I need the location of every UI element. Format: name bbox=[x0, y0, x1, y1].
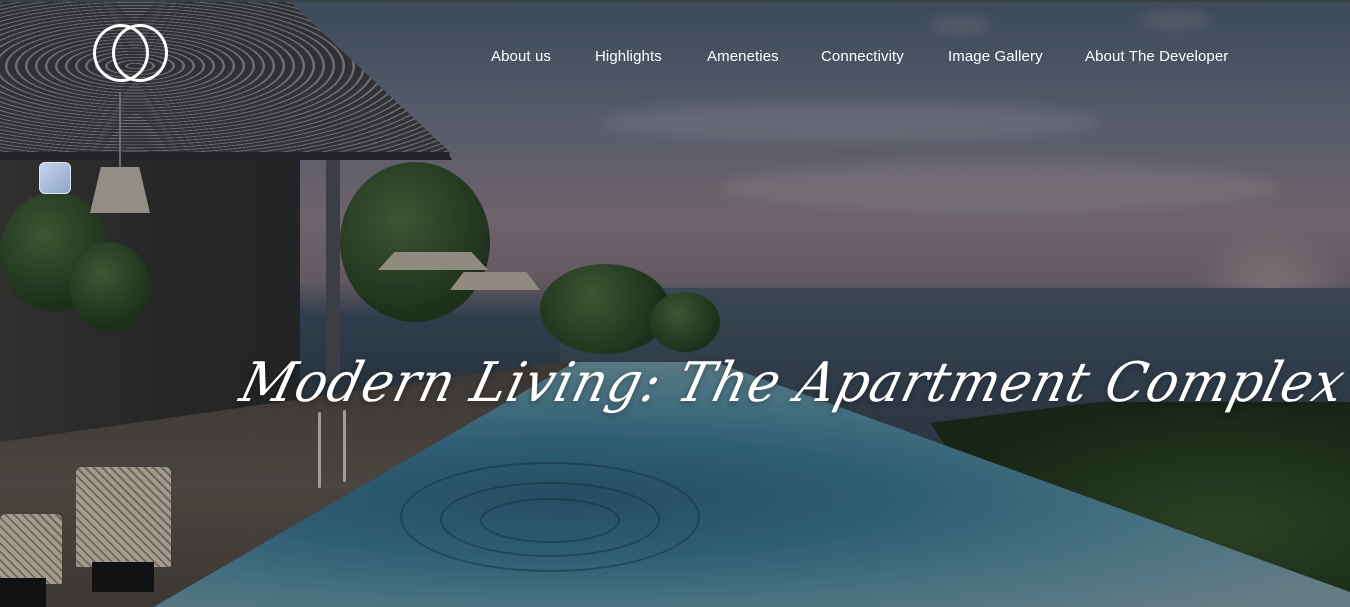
nav-highlights[interactable]: Highlights bbox=[595, 48, 662, 65]
logo-ring-right bbox=[112, 24, 168, 82]
hero-headline: Modern Living: The Apartment Complex bbox=[234, 351, 1350, 415]
site-logo[interactable] bbox=[93, 24, 169, 84]
overlay-shade bbox=[0, 2, 1350, 607]
nav-amenities[interactable]: Ameneties bbox=[707, 48, 779, 65]
nav-about-us[interactable]: About us bbox=[491, 48, 551, 65]
nav-connectivity[interactable]: Connectivity bbox=[821, 48, 904, 65]
window-thumbnail-icon[interactable] bbox=[39, 162, 71, 194]
nav-about-developer[interactable]: About The Developer bbox=[1085, 48, 1228, 65]
hero-section: About us Highlights Ameneties Connectivi… bbox=[0, 0, 1350, 607]
nav-image-gallery[interactable]: Image Gallery bbox=[948, 48, 1043, 65]
